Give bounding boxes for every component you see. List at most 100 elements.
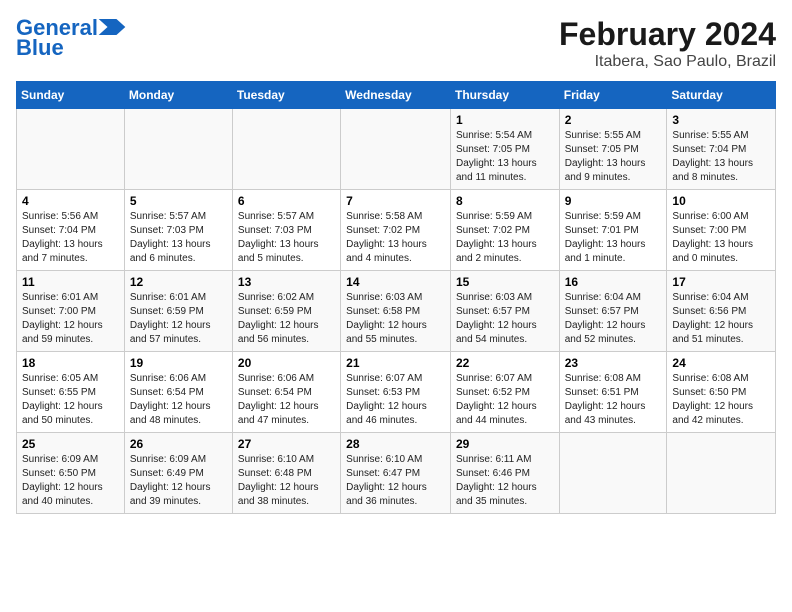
- calendar-cell: 5 Sunrise: 5:57 AM Sunset: 7:03 PM Daylig…: [124, 190, 232, 271]
- calendar-cell: 10 Sunrise: 6:00 AM Sunset: 7:00 PM Dayli…: [667, 190, 776, 271]
- day-number: 13: [238, 275, 335, 289]
- day-number: 25: [22, 437, 119, 451]
- day-info: Sunrise: 6:04 AM Sunset: 6:56 PM Dayligh…: [672, 291, 770, 347]
- day-number: 2: [565, 113, 662, 127]
- day-info: Sunrise: 6:01 AM Sunset: 6:59 PM Dayligh…: [130, 291, 227, 347]
- day-info: Sunrise: 6:06 AM Sunset: 6:54 PM Dayligh…: [238, 372, 335, 428]
- day-info: Sunrise: 5:55 AM Sunset: 7:05 PM Dayligh…: [565, 129, 662, 185]
- day-number: 9: [565, 194, 662, 208]
- calendar-cell: 7 Sunrise: 5:58 AM Sunset: 7:02 PM Daylig…: [341, 190, 451, 271]
- calendar-cell: 20 Sunrise: 6:06 AM Sunset: 6:54 PM Dayli…: [232, 352, 340, 433]
- day-number: 15: [456, 275, 554, 289]
- day-number: 14: [346, 275, 445, 289]
- day-number: 29: [456, 437, 554, 451]
- day-number: 5: [130, 194, 227, 208]
- day-number: 19: [130, 356, 227, 370]
- day-info: Sunrise: 6:11 AM Sunset: 6:46 PM Dayligh…: [456, 453, 554, 509]
- calendar-cell: 29 Sunrise: 6:11 AM Sunset: 6:46 PM Dayli…: [450, 433, 559, 514]
- day-number: 8: [456, 194, 554, 208]
- day-info: Sunrise: 6:03 AM Sunset: 6:58 PM Dayligh…: [346, 291, 445, 347]
- day-info: Sunrise: 6:02 AM Sunset: 6:59 PM Dayligh…: [238, 291, 335, 347]
- day-info: Sunrise: 6:08 AM Sunset: 6:50 PM Dayligh…: [672, 372, 770, 428]
- day-info: Sunrise: 5:59 AM Sunset: 7:01 PM Dayligh…: [565, 210, 662, 266]
- day-number: 17: [672, 275, 770, 289]
- calendar-cell: 16 Sunrise: 6:04 AM Sunset: 6:57 PM Dayli…: [559, 271, 667, 352]
- day-number: 20: [238, 356, 335, 370]
- day-number: 3: [672, 113, 770, 127]
- day-info: Sunrise: 6:08 AM Sunset: 6:51 PM Dayligh…: [565, 372, 662, 428]
- day-number: 21: [346, 356, 445, 370]
- weekday-header-friday: Friday: [559, 82, 667, 109]
- calendar-cell: 11 Sunrise: 6:01 AM Sunset: 7:00 PM Dayli…: [17, 271, 125, 352]
- day-number: 24: [672, 356, 770, 370]
- day-info: Sunrise: 6:03 AM Sunset: 6:57 PM Dayligh…: [456, 291, 554, 347]
- day-info: Sunrise: 6:09 AM Sunset: 6:50 PM Dayligh…: [22, 453, 119, 509]
- day-number: 1: [456, 113, 554, 127]
- day-info: Sunrise: 6:09 AM Sunset: 6:49 PM Dayligh…: [130, 453, 227, 509]
- calendar-cell: 21 Sunrise: 6:07 AM Sunset: 6:53 PM Dayli…: [341, 352, 451, 433]
- calendar-table: SundayMondayTuesdayWednesdayThursdayFrid…: [16, 81, 776, 514]
- calendar-cell: 6 Sunrise: 5:57 AM Sunset: 7:03 PM Daylig…: [232, 190, 340, 271]
- day-info: Sunrise: 6:07 AM Sunset: 6:53 PM Dayligh…: [346, 372, 445, 428]
- day-number: 27: [238, 437, 335, 451]
- day-info: Sunrise: 6:00 AM Sunset: 7:00 PM Dayligh…: [672, 210, 770, 266]
- calendar-cell: 18 Sunrise: 6:05 AM Sunset: 6:55 PM Dayli…: [17, 352, 125, 433]
- day-info: Sunrise: 6:06 AM Sunset: 6:54 PM Dayligh…: [130, 372, 227, 428]
- calendar-cell: [17, 109, 125, 190]
- day-info: Sunrise: 6:10 AM Sunset: 6:47 PM Dayligh…: [346, 453, 445, 509]
- weekday-header-wednesday: Wednesday: [341, 82, 451, 109]
- calendar-cell: 23 Sunrise: 6:08 AM Sunset: 6:51 PM Dayli…: [559, 352, 667, 433]
- calendar-cell: 3 Sunrise: 5:55 AM Sunset: 7:04 PM Daylig…: [667, 109, 776, 190]
- weekday-header-tuesday: Tuesday: [232, 82, 340, 109]
- day-number: 22: [456, 356, 554, 370]
- calendar-cell: [232, 109, 340, 190]
- calendar-cell: 24 Sunrise: 6:08 AM Sunset: 6:50 PM Dayli…: [667, 352, 776, 433]
- calendar-cell: 26 Sunrise: 6:09 AM Sunset: 6:49 PM Dayli…: [124, 433, 232, 514]
- calendar-cell: [667, 433, 776, 514]
- calendar-cell: [124, 109, 232, 190]
- calendar-cell: 12Sunrise: 6:01 AM Sunset: 6:59 PM Dayli…: [124, 271, 232, 352]
- calendar-cell: [559, 433, 667, 514]
- calendar-cell: 22 Sunrise: 6:07 AM Sunset: 6:52 PM Dayli…: [450, 352, 559, 433]
- day-number: 6: [238, 194, 335, 208]
- day-info: Sunrise: 5:59 AM Sunset: 7:02 PM Dayligh…: [456, 210, 554, 266]
- calendar-cell: 9 Sunrise: 5:59 AM Sunset: 7:01 PM Daylig…: [559, 190, 667, 271]
- day-info: Sunrise: 6:01 AM Sunset: 7:00 PM Dayligh…: [22, 291, 119, 347]
- calendar-cell: 17 Sunrise: 6:04 AM Sunset: 6:56 PM Dayli…: [667, 271, 776, 352]
- calendar-cell: 15 Sunrise: 6:03 AM Sunset: 6:57 PM Dayli…: [450, 271, 559, 352]
- page-header: General Blue February 2024 Itabera, Sao …: [16, 16, 776, 71]
- day-info: Sunrise: 5:57 AM Sunset: 7:03 PM Dayligh…: [130, 210, 227, 266]
- page-subtitle: Itabera, Sao Paulo, Brazil: [559, 53, 776, 71]
- day-info: Sunrise: 5:58 AM Sunset: 7:02 PM Dayligh…: [346, 210, 445, 266]
- calendar-cell: 13 Sunrise: 6:02 AM Sunset: 6:59 PM Dayli…: [232, 271, 340, 352]
- calendar-cell: 14 Sunrise: 6:03 AM Sunset: 6:58 PM Dayli…: [341, 271, 451, 352]
- day-number: 10: [672, 194, 770, 208]
- day-info: Sunrise: 6:05 AM Sunset: 6:55 PM Dayligh…: [22, 372, 119, 428]
- calendar-cell: 1Sunrise: 5:54 AM Sunset: 7:05 PM Daylig…: [450, 109, 559, 190]
- logo: General Blue: [16, 16, 126, 60]
- weekday-header-saturday: Saturday: [667, 82, 776, 109]
- day-number: 26: [130, 437, 227, 451]
- weekday-header-thursday: Thursday: [450, 82, 559, 109]
- page-title: February 2024: [559, 16, 776, 53]
- calendar-cell: 4Sunrise: 5:56 AM Sunset: 7:04 PM Daylig…: [17, 190, 125, 271]
- day-number: 11: [22, 275, 119, 289]
- day-number: 23: [565, 356, 662, 370]
- weekday-header-monday: Monday: [124, 82, 232, 109]
- day-number: 4: [22, 194, 119, 208]
- day-number: 7: [346, 194, 445, 208]
- day-number: 18: [22, 356, 119, 370]
- title-block: February 2024 Itabera, Sao Paulo, Brazil: [559, 16, 776, 71]
- day-number: 16: [565, 275, 662, 289]
- day-info: Sunrise: 5:55 AM Sunset: 7:04 PM Dayligh…: [672, 129, 770, 185]
- calendar-cell: 25 Sunrise: 6:09 AM Sunset: 6:50 PM Dayli…: [17, 433, 125, 514]
- weekday-header-sunday: Sunday: [17, 82, 125, 109]
- day-info: Sunrise: 6:04 AM Sunset: 6:57 PM Dayligh…: [565, 291, 662, 347]
- day-info: Sunrise: 6:07 AM Sunset: 6:52 PM Dayligh…: [456, 372, 554, 428]
- logo-subtext: Blue: [16, 36, 64, 60]
- day-info: Sunrise: 5:57 AM Sunset: 7:03 PM Dayligh…: [238, 210, 335, 266]
- calendar-cell: 8 Sunrise: 5:59 AM Sunset: 7:02 PM Daylig…: [450, 190, 559, 271]
- logo-icon: [98, 19, 126, 35]
- calendar-cell: 27Sunrise: 6:10 AM Sunset: 6:48 PM Dayli…: [232, 433, 340, 514]
- day-number: 28: [346, 437, 445, 451]
